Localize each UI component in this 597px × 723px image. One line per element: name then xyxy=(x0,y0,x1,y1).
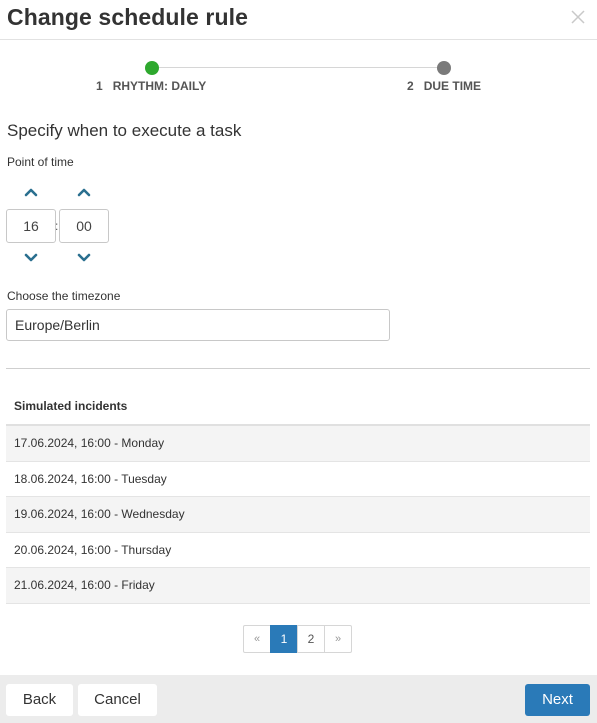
hour-up-icon[interactable] xyxy=(23,186,39,198)
table-row: 18.06.2024, 16:00 - Tuesday xyxy=(6,461,590,497)
table-row: 19.06.2024, 16:00 - Wednesday xyxy=(6,497,590,533)
step-number: 1 xyxy=(96,79,103,93)
minute-input[interactable]: 00 xyxy=(59,209,109,243)
minute-up-icon[interactable] xyxy=(76,186,92,198)
table-row: 17.06.2024, 16:00 - Monday xyxy=(6,426,590,462)
time-separator: : xyxy=(55,219,59,233)
section-title: Specify when to execute a task xyxy=(7,121,242,140)
minute-down-icon[interactable] xyxy=(76,252,92,264)
pagination-page-1[interactable]: 1 xyxy=(270,625,298,653)
incidents-table: Simulated incidents 17.06.2024, 16:00 - … xyxy=(6,388,590,604)
close-icon[interactable] xyxy=(569,8,587,26)
table-row: 20.06.2024, 16:00 - Thursday xyxy=(6,532,590,568)
hour-down-icon[interactable] xyxy=(23,252,39,264)
cancel-button[interactable]: Cancel xyxy=(78,684,157,716)
back-button[interactable]: Back xyxy=(6,684,73,716)
table-row: 21.06.2024, 16:00 - Friday xyxy=(6,568,590,604)
timezone-input[interactable]: Europe/Berlin xyxy=(6,309,390,341)
wizard-connector xyxy=(152,67,444,68)
point-of-time-label: Point of time xyxy=(7,155,74,169)
next-button[interactable]: Next xyxy=(525,684,590,716)
dialog-title: Change schedule rule xyxy=(7,4,249,30)
timezone-label: Choose the timezone xyxy=(7,289,121,303)
dialog-footer: Back Cancel Next xyxy=(0,675,597,723)
step-2-indicator xyxy=(437,61,451,75)
step-2-label[interactable]: 2 DUE TIME xyxy=(407,79,481,93)
step-name: DUE TIME xyxy=(423,79,482,93)
pagination-prev[interactable]: « xyxy=(243,625,271,653)
pagination: « 1 2 » xyxy=(243,625,352,653)
hour-input[interactable]: 16 xyxy=(6,209,56,243)
step-1-label[interactable]: 1 RHYTHM: DAILY xyxy=(96,79,206,93)
dialog-header: Change schedule rule xyxy=(0,0,597,40)
step-name: RHYTHM: DAILY xyxy=(112,79,207,93)
wizard-steps: 1 RHYTHM: DAILY 2 DUE TIME xyxy=(0,55,597,100)
divider xyxy=(6,368,590,369)
table-header: Simulated incidents xyxy=(6,388,590,426)
step-number: 2 xyxy=(407,79,414,93)
pagination-page-2[interactable]: 2 xyxy=(297,625,325,653)
pagination-next[interactable]: » xyxy=(324,625,352,653)
step-1-indicator xyxy=(145,61,159,75)
